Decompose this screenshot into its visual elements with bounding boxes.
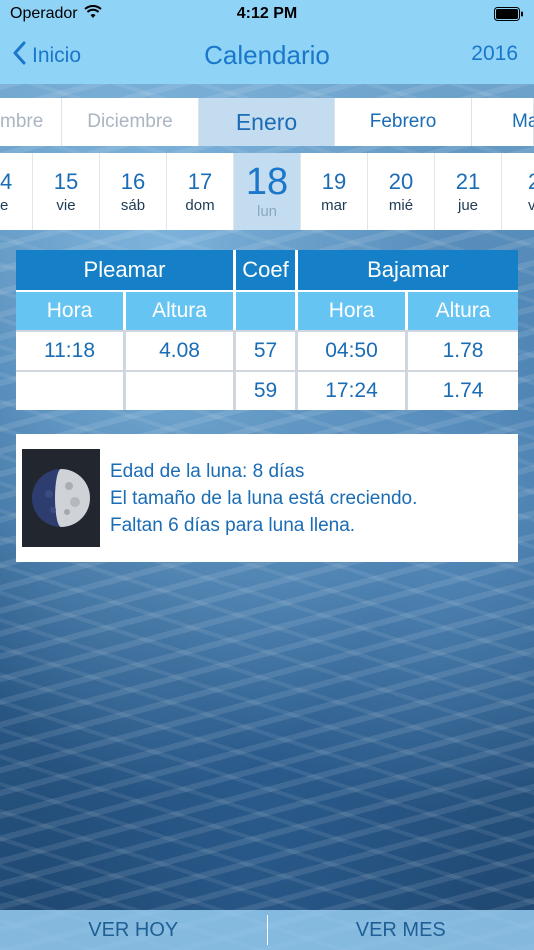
day-name: sáb [120, 196, 146, 214]
low-altura-header: Altura [408, 290, 519, 330]
high-height-cell [126, 370, 237, 410]
moon-trend: El tamaño de la luna está creciendo. [110, 487, 418, 509]
day-number: 21 [455, 168, 481, 194]
day-name: vie [56, 196, 76, 214]
high-time-cell [16, 370, 126, 410]
day-number: 4 [0, 168, 13, 194]
moon-remaining: Faltan 6 días para luna llena. [110, 514, 356, 536]
carrier-label: Operador [10, 5, 78, 22]
day-name: dom [185, 196, 215, 214]
coef-cell: 57 [236, 330, 299, 370]
table-row: 59 17:24 1.74 [16, 370, 519, 410]
high-hora-header: Hora [16, 290, 126, 330]
low-height-cell: 1.74 [408, 370, 519, 410]
day-name: mié [388, 196, 414, 214]
day-name: lun [256, 202, 278, 220]
status-bar: Operador 4:12 PM [0, 0, 534, 28]
status-left: Operador [10, 4, 102, 24]
day-item[interactable]: 19 mar [301, 153, 368, 230]
day-number: 19 [321, 168, 347, 194]
high-time-cell: 11:18 [16, 330, 126, 370]
tide-header-row: Pleamar Coef Bajamar [16, 250, 519, 290]
navigation-bar: Inicio Calendario 2016 [0, 28, 534, 84]
month-selector: mbre Diciembre Enero Febrero Ma [0, 98, 534, 146]
low-hora-header: Hora [298, 290, 409, 330]
coef-header: Coef [236, 250, 299, 290]
day-name: jue [457, 196, 479, 214]
day-selector: 4 e 15 vie 16 sáb 17 dom 18 lun 19 mar 2… [0, 153, 534, 230]
day-name: mar [321, 196, 347, 214]
month-view-button[interactable]: VER MES [268, 910, 534, 950]
year-button[interactable]: 2016 [471, 42, 518, 66]
day-name: e [0, 196, 9, 214]
day-number: 16 [120, 168, 146, 194]
high-altura-header: Altura [126, 290, 237, 330]
low-time-cell: 04:50 [298, 330, 409, 370]
moon-age: Edad de la luna: 8 días [110, 460, 305, 482]
high-height-cell: 4.08 [126, 330, 237, 370]
bajamar-header: Bajamar [298, 250, 519, 290]
day-item[interactable]: 17 dom [167, 153, 234, 230]
day-number: 2 [528, 168, 534, 196]
tide-subheader-row: Hora Altura Hora Altura [16, 290, 519, 330]
day-item[interactable]: 15 vie [33, 153, 100, 230]
day-item[interactable]: 21 jue [435, 153, 502, 230]
moon-text: Edad de la luna: 8 días El tamaño de la … [110, 459, 417, 538]
pleamar-header: Pleamar [16, 250, 237, 290]
today-button[interactable]: VER HOY [0, 910, 267, 950]
low-height-cell: 1.78 [408, 330, 519, 370]
battery-icon [494, 7, 524, 21]
bottom-toolbar: VER HOY VER MES [0, 910, 534, 950]
coef-subheader [236, 290, 299, 330]
table-row: 11:18 4.08 57 04:50 1.78 [16, 330, 519, 370]
day-name: vi [528, 196, 534, 214]
day-item[interactable]: 2 vi [502, 153, 534, 230]
day-number: 15 [53, 168, 79, 194]
day-number: 17 [187, 168, 213, 194]
day-item-selected[interactable]: 18 lun [234, 153, 301, 230]
month-item-diciembre[interactable]: Diciembre [62, 98, 199, 146]
wifi-icon [83, 4, 102, 24]
day-item[interactable]: 16 sáb [100, 153, 167, 230]
tide-table: Pleamar Coef Bajamar Hora Altura Hora Al… [16, 250, 519, 410]
coef-cell: 59 [236, 370, 299, 410]
day-item[interactable]: 20 mié [368, 153, 435, 230]
day-number: 18 [245, 160, 289, 203]
low-time-cell: 17:24 [298, 370, 409, 410]
month-item-noviembre[interactable]: mbre [0, 98, 62, 146]
month-item-marzo[interactable]: Ma [472, 98, 534, 146]
day-item[interactable]: 4 e [0, 153, 33, 230]
day-number: 20 [388, 168, 414, 194]
moon-info-panel: Edad de la luna: 8 días El tamaño de la … [16, 434, 518, 562]
month-item-enero[interactable]: Enero [199, 98, 335, 146]
moon-phase-icon [22, 449, 100, 547]
month-item-febrero[interactable]: Febrero [335, 98, 472, 146]
page-title: Calendario [204, 40, 330, 70]
